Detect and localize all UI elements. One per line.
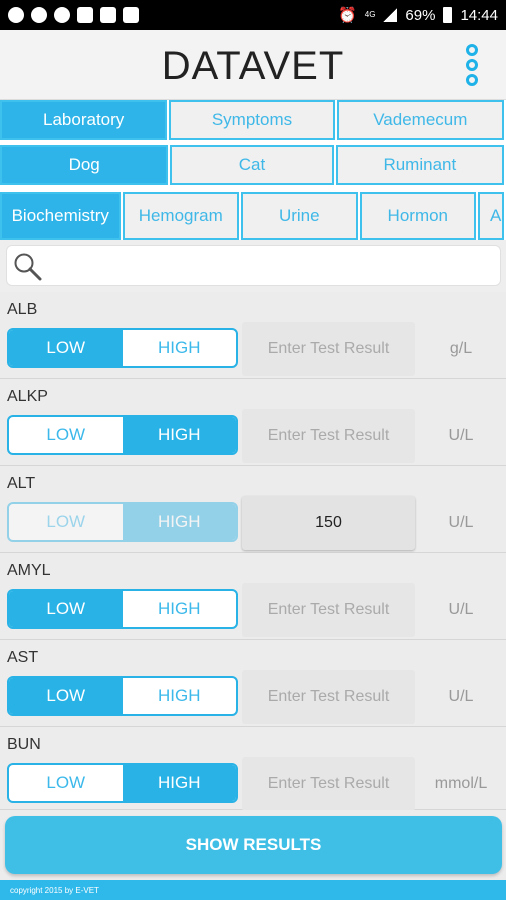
species-tabs: Dog Cat Ruminant bbox=[0, 145, 506, 185]
system-status: ⏰ 4G 69% 14:44 bbox=[338, 6, 498, 25]
tab-vademecum[interactable]: Vademecum bbox=[336, 100, 504, 140]
app-header: DATAVET bbox=[0, 30, 506, 100]
test-unit: U/L bbox=[448, 688, 474, 705]
show-results-button[interactable]: SHOW RESULTS bbox=[5, 816, 502, 874]
app-logo: DATAVET bbox=[161, 44, 345, 88]
test-result-input[interactable]: Enter Test Result bbox=[242, 583, 415, 637]
low-button[interactable]: LOW bbox=[9, 765, 123, 801]
test-row: AST LOW HIGH Enter Test Result U/L bbox=[0, 640, 506, 727]
network-label: 4G bbox=[364, 10, 376, 19]
tab-ruminant[interactable]: Ruminant bbox=[335, 145, 504, 185]
high-button[interactable]: HIGH bbox=[122, 765, 236, 801]
tab-urine[interactable]: Urine bbox=[241, 192, 358, 240]
test-unit: U/L bbox=[448, 514, 474, 531]
alarm-icon: ⏰ bbox=[338, 7, 357, 24]
low-high-toggle: LOW HIGH bbox=[7, 502, 238, 542]
test-name: BUN bbox=[7, 736, 41, 753]
low-high-toggle: LOW HIGH bbox=[7, 415, 238, 455]
test-row: ALKP LOW HIGH Enter Test Result U/L bbox=[0, 379, 506, 466]
search-icon bbox=[14, 253, 42, 281]
test-result-input[interactable]: Enter Test Result bbox=[242, 757, 415, 811]
show-results-area: SHOW RESULTS bbox=[0, 810, 506, 880]
test-name: AMYL bbox=[7, 562, 51, 579]
tab-biochemistry[interactable]: Biochemistry bbox=[0, 192, 121, 240]
low-button[interactable]: LOW bbox=[9, 330, 123, 366]
tab-symptoms[interactable]: Symptoms bbox=[169, 100, 335, 140]
high-button[interactable]: HIGH bbox=[123, 591, 237, 627]
test-name: AST bbox=[7, 649, 39, 666]
low-high-toggle: LOW HIGH bbox=[7, 676, 238, 716]
low-button[interactable]: LOW bbox=[9, 591, 123, 627]
battery-percent: 69% bbox=[405, 6, 436, 24]
low-button[interactable]: LOW bbox=[9, 504, 123, 540]
tab-more[interactable]: A bbox=[478, 192, 504, 240]
menu-dot bbox=[466, 59, 478, 71]
low-button[interactable]: LOW bbox=[9, 417, 123, 453]
test-name: ALT bbox=[7, 475, 36, 492]
test-row: BUN LOW HIGH Enter Test Result mmol/L bbox=[0, 727, 506, 811]
test-row: AMYL LOW HIGH Enter Test Result U/L bbox=[0, 553, 506, 640]
tab-cat[interactable]: Cat bbox=[170, 145, 334, 185]
low-high-toggle: LOW HIGH bbox=[7, 328, 238, 368]
test-unit: U/L bbox=[448, 601, 474, 618]
test-row: ALB LOW HIGH Enter Test Result g/L bbox=[0, 292, 506, 379]
high-button[interactable]: HIGH bbox=[123, 330, 237, 366]
mail-icon bbox=[77, 7, 93, 23]
clock: 14:44 bbox=[460, 6, 498, 24]
test-result-input[interactable]: Enter Test Result bbox=[242, 409, 415, 463]
test-unit: mmol/L bbox=[434, 775, 488, 792]
test-result-input[interactable]: Enter Test Result bbox=[242, 322, 415, 376]
main-tabs: Laboratory Symptoms Vademecum bbox=[0, 100, 506, 140]
phone-icon bbox=[54, 7, 70, 23]
tab-hormon[interactable]: Hormon bbox=[359, 192, 477, 240]
high-button[interactable]: HIGH bbox=[123, 678, 237, 714]
signal-icon bbox=[383, 8, 398, 22]
test-name: ALKP bbox=[7, 388, 48, 405]
copyright-footer: copyright 2015 by E-VET bbox=[0, 880, 506, 900]
test-row: ALT LOW HIGH 150 U/L bbox=[0, 466, 506, 553]
high-button[interactable]: HIGH bbox=[122, 504, 236, 540]
tab-hemogram[interactable]: Hemogram bbox=[122, 192, 240, 240]
low-high-toggle: LOW HIGH bbox=[7, 589, 238, 629]
mail-icon bbox=[100, 7, 116, 23]
high-button[interactable]: HIGH bbox=[122, 417, 236, 453]
test-result-input[interactable]: Enter Test Result bbox=[242, 670, 415, 724]
briefcase-icon bbox=[123, 7, 139, 23]
category-tabs: Biochemistry Hemogram Urine Hormon A bbox=[0, 192, 506, 240]
menu-dot bbox=[466, 74, 478, 86]
search-area bbox=[0, 240, 506, 292]
low-button[interactable]: LOW bbox=[9, 678, 123, 714]
battery-icon bbox=[443, 7, 453, 23]
test-unit: U/L bbox=[448, 427, 474, 444]
tab-dog[interactable]: Dog bbox=[0, 145, 169, 185]
menu-dot bbox=[466, 44, 478, 56]
whatsapp-icon bbox=[31, 7, 47, 23]
tab-laboratory[interactable]: Laboratory bbox=[0, 100, 168, 140]
location-icon bbox=[8, 7, 24, 23]
test-unit: g/L bbox=[449, 340, 473, 357]
search-input[interactable] bbox=[6, 245, 501, 286]
test-name: ALB bbox=[7, 301, 38, 318]
status-bar: ⏰ 4G 69% 14:44 bbox=[0, 0, 506, 30]
low-high-toggle: LOW HIGH bbox=[7, 763, 238, 803]
test-result-input[interactable]: 150 bbox=[242, 496, 415, 550]
kebab-menu-icon[interactable] bbox=[466, 44, 478, 86]
notification-icons bbox=[8, 7, 139, 23]
